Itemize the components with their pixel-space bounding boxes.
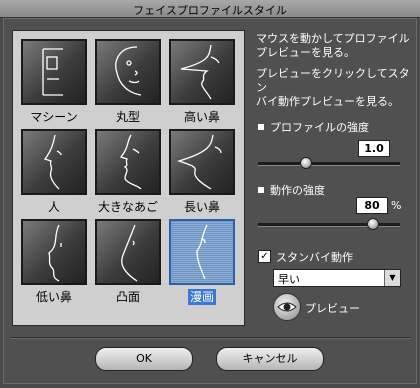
title-bar: フェイスプロファイルスタイル (0, 0, 420, 18)
human-face-icon (21, 129, 87, 195)
profile-strength-field[interactable]: 1.0 (358, 140, 390, 157)
profile-label: 凸面 (115, 290, 140, 304)
percent-unit: % (391, 199, 402, 212)
chevron-down-icon[interactable]: ▼ (384, 270, 400, 286)
profile-convex[interactable]: 凸面 (95, 219, 161, 305)
profile-strength-label: プロファイルの強度 (258, 119, 369, 135)
profile-label: 高い鼻 (183, 110, 220, 124)
preview-label: プレビュー (305, 302, 360, 315)
big-chin-face-icon (95, 129, 161, 195)
cartoon-face-icon (169, 219, 235, 285)
profile-long-nose[interactable]: 長い鼻 (169, 129, 235, 215)
cancel-button[interactable]: キャンセル (216, 347, 324, 371)
profile-grid: マシーン 丸型 高い鼻 人 大きなあご 長い鼻 低い鼻 凸面 漫画 (12, 30, 245, 326)
profile-big-chin[interactable]: 大きなあご (95, 129, 161, 215)
profile-round[interactable]: 丸型 (95, 39, 161, 125)
convex-face-icon (95, 219, 161, 285)
motion-strength-label: 動作の強度 (258, 182, 325, 198)
select-value: 早い (278, 273, 300, 286)
profile-machine[interactable]: マシーン (21, 39, 87, 125)
motion-strength-field[interactable]: 80 (356, 197, 388, 214)
long-nose-face-icon (169, 129, 235, 195)
profile-human[interactable]: 人 (21, 129, 87, 215)
profile-label: 丸型 (115, 110, 140, 124)
profile-low-nose[interactable]: 低い鼻 (21, 219, 87, 305)
eye-icon (273, 293, 301, 321)
machine-face-icon (21, 39, 87, 105)
slider-thumb[interactable] (299, 157, 312, 169)
high-nose-face-icon (169, 39, 235, 105)
profile-label: マシーン (30, 110, 78, 124)
motion-strength-slider[interactable] (258, 218, 400, 230)
help-text-hover: マウスを動かしてプロファイル プレビューを見る。 (256, 32, 410, 59)
window-title: フェイスプロファイルスタイル (133, 4, 287, 17)
profile-label: 大きなあご (97, 200, 158, 214)
ok-button[interactable]: OK (95, 347, 193, 371)
round-face-icon (95, 39, 161, 105)
profile-label: 長い鼻 (183, 200, 220, 214)
help-text-click: プレビューをクリックしてスタン バイ動作プレビューを見る。 (256, 67, 410, 108)
profile-high-nose[interactable]: 高い鼻 (169, 39, 235, 125)
profile-label: 人 (47, 200, 60, 214)
preview-button[interactable]: プレビュー (273, 293, 373, 321)
profile-label: 漫画 (187, 289, 216, 305)
divider (10, 337, 410, 339)
standby-label: スタンバイ動作 (276, 251, 353, 264)
standby-checkbox[interactable]: ✓ (258, 250, 271, 263)
standby-speed-select[interactable]: 早い ▼ (273, 269, 401, 287)
profile-strength-slider[interactable] (258, 157, 400, 169)
slider-thumb[interactable] (366, 218, 379, 230)
profile-cartoon[interactable]: 漫画 (169, 219, 235, 305)
low-nose-face-icon (21, 219, 87, 285)
profile-label: 低い鼻 (35, 290, 72, 304)
